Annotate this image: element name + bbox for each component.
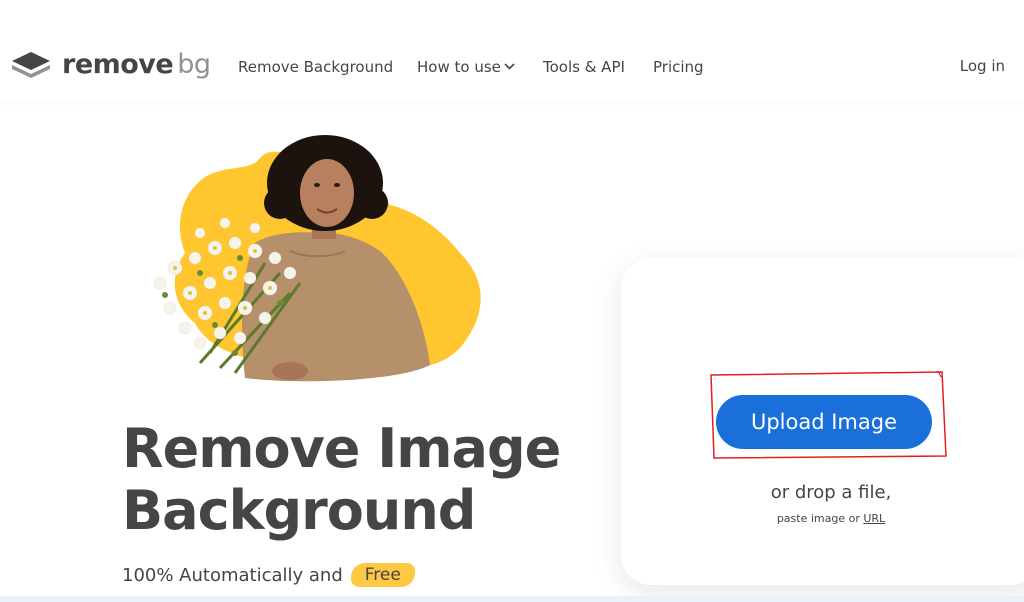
subtitle: 100% Automatically and Free — [122, 563, 415, 587]
bottom-band — [0, 596, 1024, 602]
chevron-down-icon — [504, 63, 515, 70]
layers-logo-icon — [12, 52, 50, 78]
subtitle-text: 100% Automatically and — [122, 564, 343, 586]
logo[interactable]: remove bg — [10, 50, 211, 80]
free-badge: Free — [350, 563, 415, 587]
upload-image-button[interactable]: Upload Image — [716, 395, 932, 449]
nav-pricing[interactable]: Pricing — [653, 57, 704, 77]
hero-image — [153, 135, 481, 382]
drop-file-text: or drop a file, — [770, 482, 892, 503]
headline-line-2: Background — [122, 479, 476, 542]
nav-tools-api[interactable]: Tools & API — [543, 57, 625, 77]
login-link[interactable]: Log in — [960, 57, 1005, 75]
logo-wordmark: remove bg — [62, 49, 211, 80]
page-title: Remove Image Background — [122, 417, 561, 542]
url-link[interactable]: URL — [863, 512, 885, 525]
nav-remove-background[interactable]: Remove Background — [238, 57, 393, 77]
paste-hint-text: paste image or — [776, 512, 860, 525]
top-navigation: remove bg Remove Background How to use To… — [0, 0, 1024, 101]
person-face — [300, 159, 354, 227]
paste-hint: paste image or URL — [621, 512, 1024, 525]
headline-line-1: Remove Image — [122, 417, 561, 480]
nav-how-to-use[interactable]: How to use — [417, 57, 515, 77]
